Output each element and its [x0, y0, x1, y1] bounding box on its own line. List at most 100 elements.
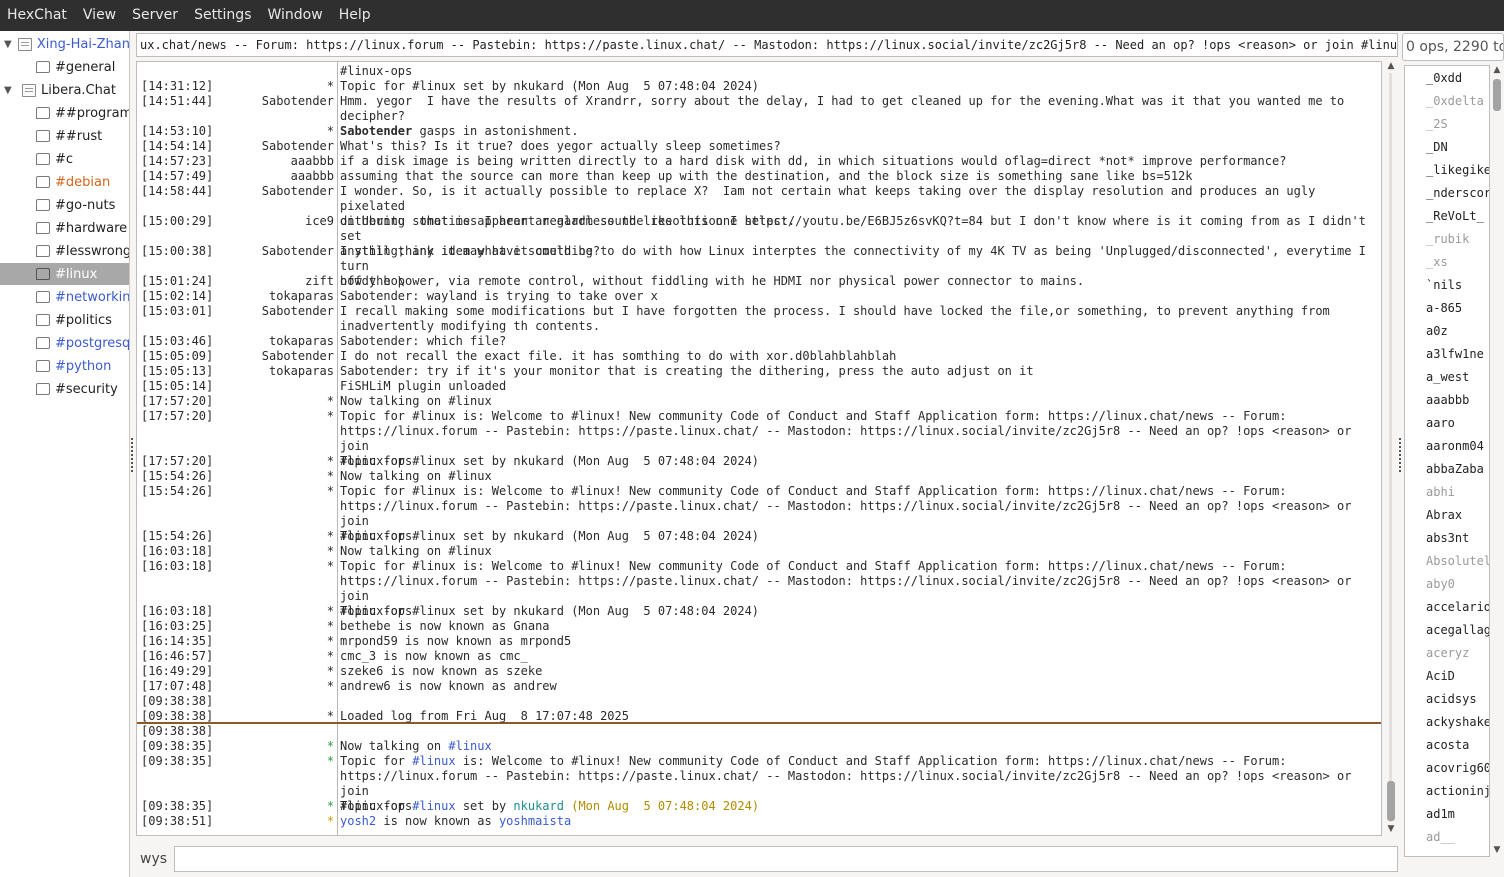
- user-scroll-thumb[interactable]: [1493, 79, 1501, 111]
- chat-scrollbar[interactable]: ▲ ▼: [1384, 61, 1398, 836]
- user-list-item[interactable]: a3lfw1ne: [1405, 343, 1489, 366]
- user-list-item[interactable]: ackyshake: [1405, 711, 1489, 734]
- user-list-item[interactable]: ad__: [1405, 826, 1489, 849]
- user-list-item[interactable]: _DN: [1405, 136, 1489, 159]
- scroll-thumb[interactable]: [1387, 781, 1395, 821]
- user-list-scrollbar[interactable]: ▲ ▼: [1490, 65, 1504, 857]
- user-list-item[interactable]: abhi: [1405, 481, 1489, 504]
- user-list-item[interactable]: ad1m: [1405, 803, 1489, 826]
- user-list-item[interactable]: `nils: [1405, 274, 1489, 297]
- user-list-item[interactable]: Absolutel: [1405, 550, 1489, 573]
- user-list-item[interactable]: aby0: [1405, 573, 1489, 596]
- menu-help[interactable]: Help: [331, 0, 379, 31]
- user-list-item[interactable]: acovrig60: [1405, 757, 1489, 780]
- server-item[interactable]: ▼ Libera.Chat: [0, 79, 129, 101]
- user-list-item[interactable]: AciD: [1405, 665, 1489, 688]
- nick-label[interactable]: *: [327, 409, 334, 424]
- user-scroll-down-icon[interactable]: ▼: [1491, 845, 1503, 855]
- user-list-item[interactable]: _xs: [1405, 251, 1489, 274]
- user-list-item[interactable]: aaro: [1405, 412, 1489, 435]
- nick-label[interactable]: *: [327, 619, 334, 634]
- user-list-item[interactable]: _0xdd: [1405, 67, 1489, 90]
- scroll-down-icon[interactable]: ▼: [1385, 824, 1397, 834]
- nick-label[interactable]: tokaparas: [269, 364, 334, 379]
- channel-link[interactable]: #linux: [412, 754, 455, 768]
- channel-item[interactable]: #python: [0, 355, 129, 377]
- user-list-item[interactable]: a0z: [1405, 320, 1489, 343]
- user-list-item[interactable]: aceryz: [1405, 642, 1489, 665]
- user-list-item[interactable]: _0xdelta: [1405, 90, 1489, 113]
- user-list-item[interactable]: actioninj: [1405, 780, 1489, 803]
- user-list-item[interactable]: _nderscor: [1405, 182, 1489, 205]
- user-list-item[interactable]: a_west: [1405, 366, 1489, 389]
- channel-item[interactable]: ##programming: [0, 102, 129, 124]
- nick-label[interactable]: Sabotender: [262, 139, 334, 154]
- channel-item[interactable]: ##rust: [0, 125, 129, 147]
- nick-label[interactable]: tokaparas: [269, 289, 334, 304]
- nick-label[interactable]: zift: [305, 274, 334, 289]
- nick-link[interactable]: yosh2: [340, 814, 376, 828]
- nick-label[interactable]: *: [327, 124, 334, 139]
- topic-bar[interactable]: ux.chat/news -- Forum: https://linux.for…: [136, 33, 1398, 57]
- expand-icon[interactable]: ▼: [4, 39, 12, 50]
- nick-label[interactable]: Sabotender: [262, 349, 334, 364]
- expand-icon[interactable]: ▼: [4, 85, 16, 96]
- nick-label[interactable]: *: [327, 559, 334, 574]
- channel-item[interactable]: #politics: [0, 309, 129, 331]
- nick-button[interactable]: wys: [140, 851, 167, 867]
- scroll-track[interactable]: [1389, 73, 1392, 822]
- nick-label[interactable]: Sabotender: [262, 304, 334, 319]
- nick-label[interactable]: *: [327, 469, 334, 484]
- channel-item[interactable]: #postgresql: [0, 332, 129, 354]
- nick-label[interactable]: *: [327, 79, 334, 94]
- user-list-item[interactable]: _rubik: [1405, 228, 1489, 251]
- user-list-item[interactable]: Abrax: [1405, 504, 1489, 527]
- user-list-item[interactable]: abbaZaba: [1405, 458, 1489, 481]
- channel-item[interactable]: #go-nuts: [0, 194, 129, 216]
- right-pane-grip[interactable]: [1399, 438, 1401, 472]
- channel-item[interactable]: #security: [0, 378, 129, 400]
- user-list-item[interactable]: abs3nt: [1405, 527, 1489, 550]
- nick-label[interactable]: *: [327, 529, 334, 544]
- chat-buffer[interactable]: #linux-ops [14:31:12] * Topic for #linux se…: [136, 61, 1382, 836]
- user-list-item[interactable]: aaronm04: [1405, 435, 1489, 458]
- nick-label[interactable]: *: [327, 634, 334, 649]
- menu-hexchat[interactable]: HexChat: [0, 0, 75, 31]
- user-list-item[interactable]: acosta: [1405, 734, 1489, 757]
- channel-item[interactable]: #linux: [0, 263, 129, 285]
- nick-label[interactable]: Sabotender: [262, 184, 334, 199]
- channel-item[interactable]: #lesswrong: [0, 240, 129, 262]
- menu-view[interactable]: View: [75, 0, 124, 31]
- user-list-item[interactable]: acidsys: [1405, 688, 1489, 711]
- nick-label[interactable]: *: [327, 709, 334, 724]
- left-pane-grip[interactable]: [131, 438, 133, 472]
- user-list-item[interactable]: acegallag: [1405, 619, 1489, 642]
- user-list-item[interactable]: _likegike: [1405, 159, 1489, 182]
- nick-label[interactable]: Sabotender: [262, 94, 334, 109]
- menu-settings[interactable]: Settings: [186, 0, 259, 31]
- user-list-item[interactable]: _ReVoLt_: [1405, 205, 1489, 228]
- nick-label[interactable]: *: [327, 484, 334, 499]
- nick-label[interactable]: *: [327, 679, 334, 694]
- server-item[interactable]: ▼ Xing-Hai-Zhan: [0, 33, 129, 55]
- channel-link[interactable]: #linux: [448, 739, 491, 753]
- channel-item[interactable]: #c: [0, 148, 129, 170]
- channel-link[interactable]: #linux: [412, 799, 455, 813]
- nick-label[interactable]: Sabotender: [262, 244, 334, 259]
- nick-label[interactable]: *: [327, 664, 334, 679]
- nick-link[interactable]: yoshmaista: [499, 814, 571, 828]
- nick-label[interactable]: ice9: [305, 214, 334, 229]
- menu-window[interactable]: Window: [259, 0, 330, 31]
- menu-server[interactable]: Server: [124, 0, 186, 31]
- message-input[interactable]: [174, 846, 1398, 872]
- nick-label[interactable]: *: [327, 454, 334, 469]
- nick-label[interactable]: *: [327, 604, 334, 619]
- nick-label[interactable]: *: [327, 544, 334, 559]
- channel-item[interactable]: #general: [0, 56, 129, 78]
- nick-link[interactable]: nkukard: [513, 799, 564, 813]
- channel-item[interactable]: #debian: [0, 171, 129, 193]
- user-scroll-up-icon[interactable]: ▲: [1491, 65, 1503, 75]
- nick-label[interactable]: *: [327, 649, 334, 664]
- nick-label[interactable]: tokaparas: [269, 334, 334, 349]
- user-list-item[interactable]: a-865: [1405, 297, 1489, 320]
